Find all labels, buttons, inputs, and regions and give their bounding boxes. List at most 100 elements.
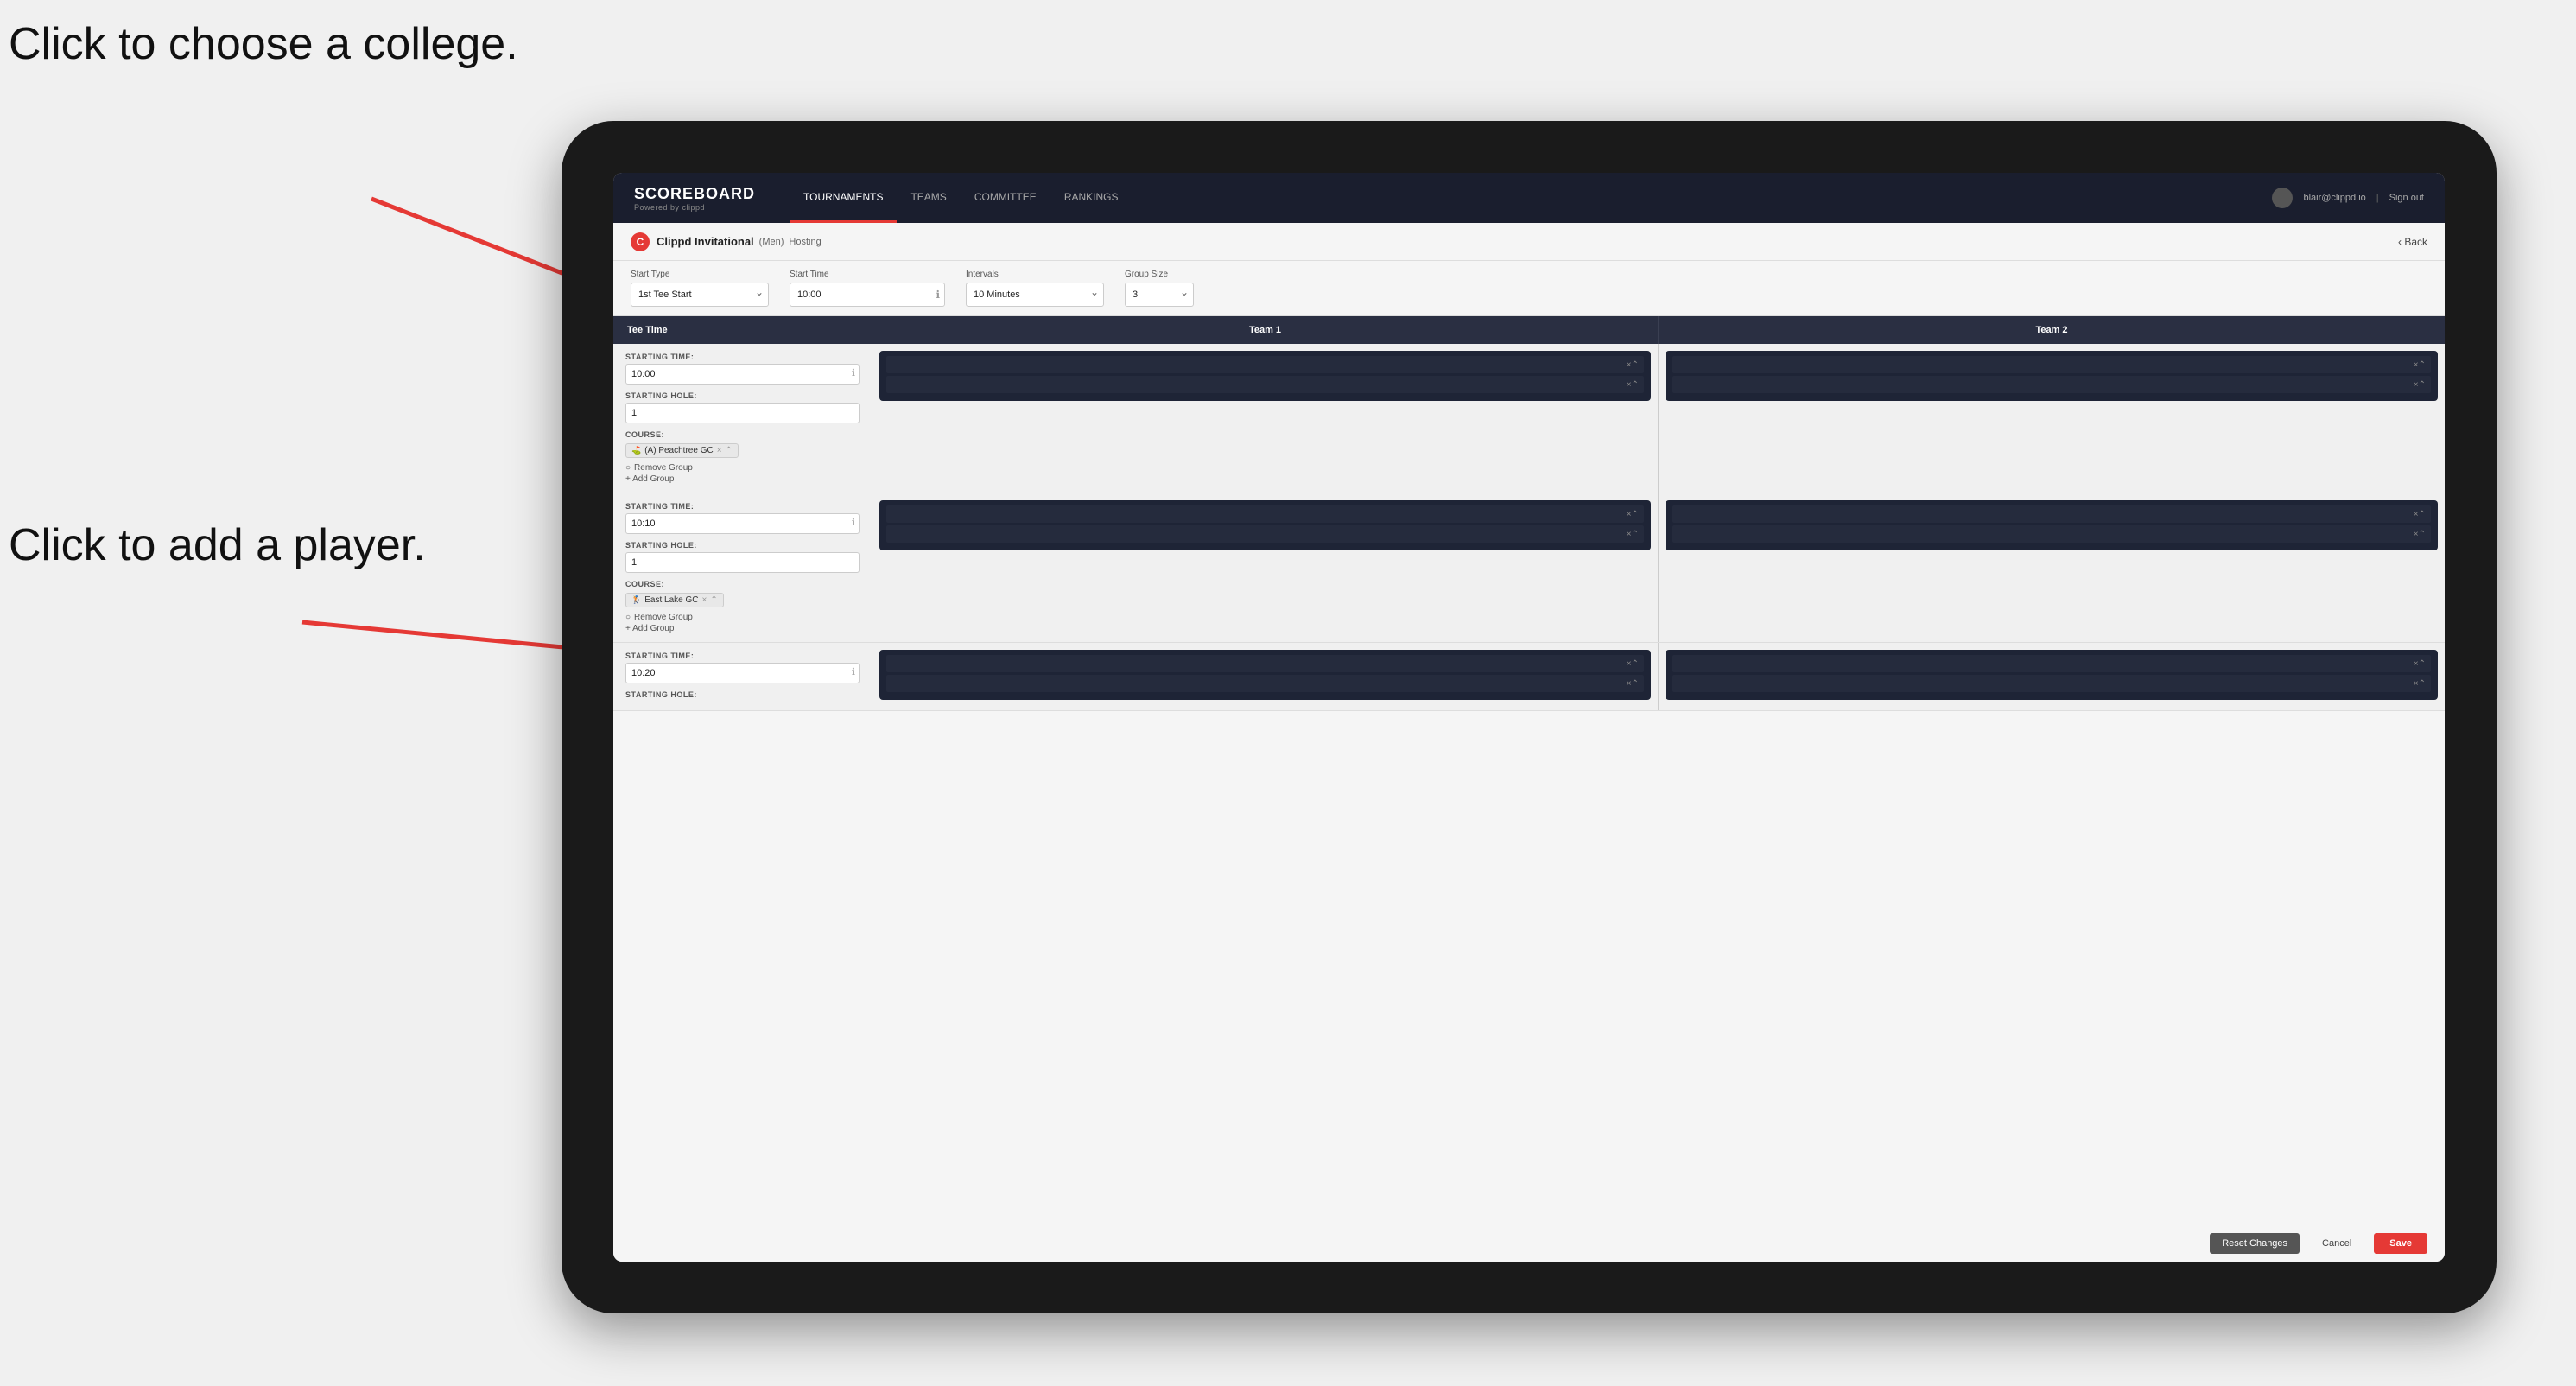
time-info-icon-2: ℹ [852, 517, 855, 528]
starting-hole-select-2[interactable]: 1 [625, 552, 860, 573]
starting-time-input-1[interactable] [625, 364, 860, 385]
starting-hole-label-3: STARTING HOLE: [625, 690, 860, 699]
player-up-icon[interactable]: ⌃ [2419, 360, 2426, 370]
sign-out-link[interactable]: Sign out [2389, 193, 2424, 203]
player-slot-1-2[interactable]: × ⌃ [886, 376, 1644, 393]
nav-rankings[interactable]: RANKINGS [1050, 173, 1133, 223]
tournament-logo-icon: C [631, 232, 650, 251]
add-group-1[interactable]: + Add Group [625, 474, 860, 484]
tablet-frame: SCOREBOARD Powered by clippd TOURNAMENTS… [562, 121, 2497, 1313]
starting-time-label-2: STARTING TIME: [625, 502, 860, 511]
nav-committee[interactable]: COMMITTEE [961, 173, 1050, 223]
nav-teams[interactable]: TEAMS [897, 173, 960, 223]
tablet-screen: SCOREBOARD Powered by clippd TOURNAMENTS… [613, 173, 2445, 1262]
starting-time-input-3[interactable] [625, 663, 860, 683]
th-team2: Team 2 [1659, 316, 2445, 344]
starting-time-label-3: STARTING TIME: [625, 652, 860, 660]
start-type-select-wrapper: 1st Tee Start [631, 283, 769, 307]
table-header-row: Tee Time Team 1 Team 2 [613, 316, 2445, 344]
team1-cell-3: × ⌃ × ⌃ [872, 643, 1659, 710]
player-up-icon[interactable]: ⌃ [2419, 679, 2426, 689]
starting-hole-select-1[interactable]: 1 [625, 403, 860, 423]
th-tee-time: Tee Time [613, 316, 872, 344]
user-avatar [2272, 188, 2293, 208]
table-area: Tee Time Team 1 Team 2 STARTING TIME: ℹ … [613, 316, 2445, 1224]
team2-cell-3: × ⌃ × ⌃ [1659, 643, 2445, 710]
flag-icon: ⛳ [631, 446, 641, 455]
player-slot-4-1[interactable]: × ⌃ [1672, 505, 2431, 523]
player-slot-1-1[interactable]: × ⌃ [886, 356, 1644, 373]
schedule-row-3: STARTING TIME: ℹ STARTING HOLE: × ⌃ [613, 643, 2445, 711]
remove-group-2[interactable]: ○ Remove Group [625, 613, 860, 622]
schedule-row-2: STARTING TIME: ℹ STARTING HOLE: 1 COURSE… [613, 493, 2445, 643]
player-slot-4-2[interactable]: × ⌃ [1672, 525, 2431, 543]
player-slot-2-1[interactable]: × ⌃ [1672, 356, 2431, 373]
team2-cell-2: × ⌃ × ⌃ [1659, 493, 2445, 642]
player-up-icon[interactable]: ⌃ [2419, 530, 2426, 539]
main-nav: TOURNAMENTS TEAMS COMMITTEE RANKINGS [790, 173, 2272, 223]
group-size-select[interactable]: 3 [1125, 283, 1194, 307]
player-slot-6-2[interactable]: × ⌃ [1672, 675, 2431, 692]
start-type-select[interactable]: 1st Tee Start [631, 283, 769, 307]
player-up-icon[interactable]: ⌃ [1632, 380, 1639, 390]
course-badge-1[interactable]: ⛳ (A) Peachtree GC × ⌃ [625, 443, 739, 458]
starting-time-input-2[interactable] [625, 513, 860, 534]
scoreboard-title: SCOREBOARD [634, 185, 755, 203]
start-time-input[interactable] [790, 283, 945, 307]
annotation-college: Click to choose a college. [9, 17, 518, 71]
player-slot-5-1[interactable]: × ⌃ [886, 655, 1644, 672]
team1-cell-1: × ⌃ × ⌃ [872, 344, 1659, 493]
player-slot-2-2[interactable]: × ⌃ [1672, 376, 2431, 393]
course-up-icon-2[interactable]: ⌃ [710, 595, 717, 605]
team2-inner-3: × ⌃ × ⌃ [1666, 650, 2438, 700]
player-up-icon[interactable]: ⌃ [1632, 510, 1639, 519]
controls-row: Start Type 1st Tee Start Start Time ℹ In… [613, 261, 2445, 316]
player-up-icon[interactable]: ⌃ [1632, 530, 1639, 539]
course-up-icon-1[interactable]: ⌃ [726, 446, 733, 455]
left-cell-1: STARTING TIME: ℹ STARTING HOLE: 1 COURSE… [613, 344, 872, 493]
team1-cell-2: × ⌃ × ⌃ [872, 493, 1659, 642]
team1-inner-3: × ⌃ × ⌃ [879, 650, 1651, 700]
team1-inner-2: × ⌃ × ⌃ [879, 500, 1651, 550]
player-slot-3-1[interactable]: × ⌃ [886, 505, 1644, 523]
remove-icon-2: ○ [625, 613, 631, 622]
schedule-scroll-area[interactable]: STARTING TIME: ℹ STARTING HOLE: 1 COURSE… [613, 344, 2445, 1224]
remove-icon-1: ○ [625, 463, 631, 473]
save-button[interactable]: Save [2374, 1233, 2427, 1254]
cancel-button[interactable]: Cancel [2310, 1233, 2363, 1254]
time-info-icon-3: ℹ [852, 666, 855, 677]
start-time-wrapper: ℹ [790, 283, 945, 307]
player-slot-6-1[interactable]: × ⌃ [1672, 655, 2431, 672]
player-up-icon[interactable]: ⌃ [1632, 679, 1639, 689]
scoreboard-logo: SCOREBOARD Powered by clippd [634, 185, 755, 212]
player-up-icon[interactable]: ⌃ [1632, 659, 1639, 669]
course-label-1: COURSE: [625, 430, 860, 439]
team2-cell-1: × ⌃ × ⌃ [1659, 344, 2445, 493]
intervals-select[interactable]: 10 Minutes [966, 283, 1104, 307]
sub-header: C Clippd Invitational (Men) Hosting ‹ Ba… [613, 223, 2445, 261]
start-time-group: Start Time ℹ [790, 270, 945, 307]
course-x-icon-2[interactable]: × [701, 595, 707, 605]
course-badge-2[interactable]: 🏌 East Lake GC × ⌃ [625, 593, 724, 607]
reset-changes-button[interactable]: Reset Changes [2210, 1233, 2300, 1254]
player-up-icon[interactable]: ⌃ [2419, 510, 2426, 519]
player-up-icon[interactable]: ⌃ [2419, 380, 2426, 390]
player-slot-3-2[interactable]: × ⌃ [886, 525, 1644, 543]
start-time-info-icon: ℹ [936, 289, 940, 301]
intervals-select-wrapper: 10 Minutes [966, 283, 1104, 307]
intervals-group: Intervals 10 Minutes [966, 270, 1104, 307]
player-up-icon[interactable]: ⌃ [1632, 360, 1639, 370]
player-up-icon[interactable]: ⌃ [2419, 659, 2426, 669]
nav-tournaments[interactable]: TOURNAMENTS [790, 173, 897, 223]
player-slot-5-2[interactable]: × ⌃ [886, 675, 1644, 692]
group-size-label: Group Size [1125, 270, 1194, 279]
course-x-icon-1[interactable]: × [717, 446, 722, 455]
add-group-2[interactable]: + Add Group [625, 624, 860, 633]
back-button[interactable]: ‹ Back [2398, 236, 2427, 248]
left-cell-2: STARTING TIME: ℹ STARTING HOLE: 1 COURSE… [613, 493, 872, 642]
user-email: blair@clippd.io [2303, 193, 2365, 203]
course-name-2: East Lake GC [644, 595, 698, 605]
hosting-badge: Hosting [789, 237, 821, 247]
remove-group-1[interactable]: ○ Remove Group [625, 463, 860, 473]
left-cell-3: STARTING TIME: ℹ STARTING HOLE: [613, 643, 872, 710]
